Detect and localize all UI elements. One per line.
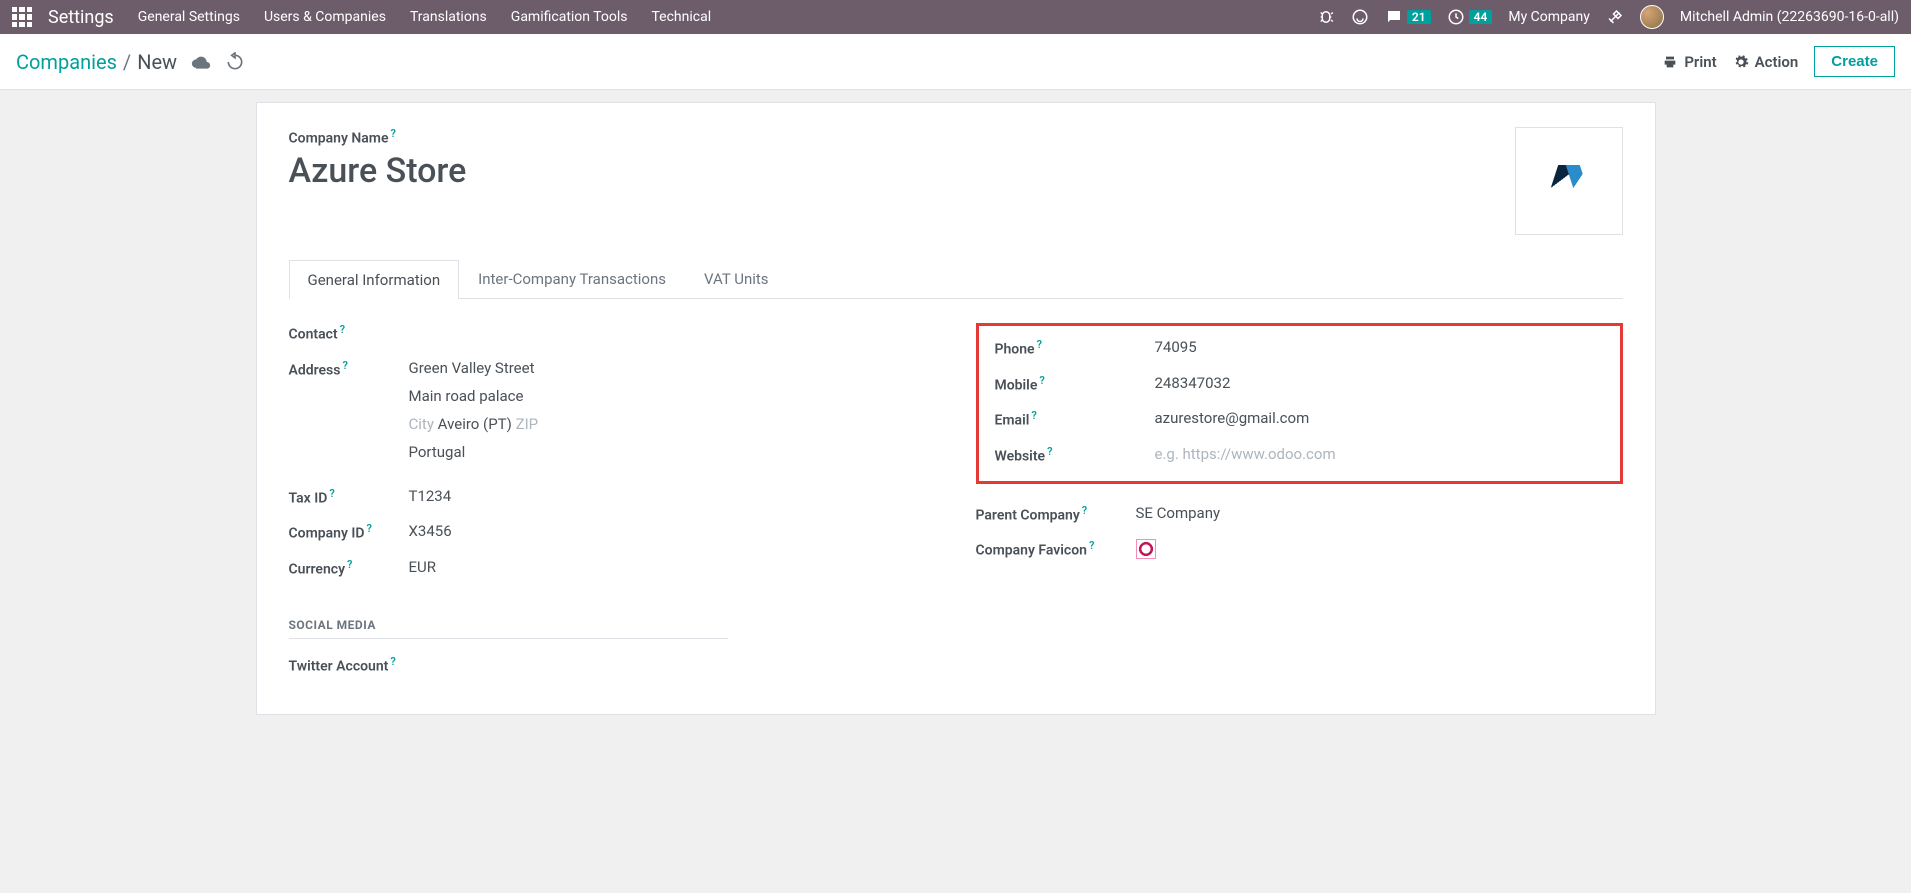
mobile-label: Mobile?	[995, 374, 1155, 394]
help-icon[interactable]: ?	[1039, 374, 1044, 387]
website-field[interactable]: e.g. https://www.odoo.com	[1155, 445, 1604, 463]
menu-technical[interactable]: Technical	[652, 9, 712, 25]
favicon-field[interactable]	[1136, 539, 1623, 563]
breadcrumb-root[interactable]: Companies	[16, 50, 117, 74]
help-icon[interactable]: ?	[1089, 539, 1094, 552]
favicon-icon	[1136, 539, 1156, 559]
email-field[interactable]: azurestore@gmail.com	[1155, 409, 1604, 427]
tax-id-field[interactable]: T1234	[409, 487, 936, 505]
help-icon[interactable]: ?	[1037, 338, 1042, 351]
breadcrumb: Companies / New	[16, 50, 177, 74]
logo-mark-icon	[1549, 161, 1589, 201]
tools-icon[interactable]	[1606, 8, 1624, 26]
mobile-field[interactable]: 248347032	[1155, 374, 1604, 392]
gear-icon	[1733, 54, 1749, 70]
topbar: Settings General Settings Users & Compan…	[0, 0, 1911, 34]
help-icon[interactable]: ?	[367, 522, 372, 535]
menu-translations[interactable]: Translations	[410, 9, 487, 25]
help-icon[interactable]: ?	[342, 359, 347, 372]
twitter-label: Twitter Account?	[289, 655, 409, 675]
currency-label: Currency?	[289, 558, 409, 578]
highlight-box: Phone? 74095 Mobile? 248347032 Email? az…	[976, 323, 1623, 484]
print-label: Print	[1684, 53, 1716, 71]
company-name-field[interactable]: Azure Store	[289, 151, 467, 191]
action-button[interactable]: Action	[1725, 49, 1807, 75]
phone-label: Phone?	[995, 338, 1155, 358]
email-label: Email?	[995, 409, 1155, 429]
activities-badge: 44	[1469, 10, 1493, 24]
app-title: Settings	[48, 7, 114, 28]
breadcrumb-current: New	[137, 50, 177, 74]
parent-company-label: Parent Company?	[976, 504, 1136, 524]
city-field[interactable]: City	[409, 415, 434, 433]
help-icon[interactable]: ?	[347, 558, 352, 571]
chat-icon	[1385, 8, 1403, 26]
menu-users-companies[interactable]: Users & Companies	[264, 9, 386, 25]
website-label: Website?	[995, 445, 1155, 465]
form-left-column: Contact? Address? Green Valley Street Ma…	[289, 323, 936, 674]
activities-button[interactable]: 44	[1447, 8, 1493, 26]
discard-icon[interactable]	[225, 52, 245, 72]
help-icon[interactable]: ?	[329, 487, 334, 500]
action-label: Action	[1755, 53, 1799, 71]
favicon-label: Company Favicon?	[976, 539, 1136, 559]
parent-company-field[interactable]: SE Company	[1136, 504, 1623, 522]
debug-icon[interactable]	[1317, 8, 1335, 26]
zip-field[interactable]: ZIP	[516, 415, 539, 433]
company-logo[interactable]	[1515, 127, 1623, 235]
tab-vat-units[interactable]: VAT Units	[685, 259, 788, 298]
save-cloud-icon[interactable]	[191, 52, 211, 72]
breadcrumb-separator: /	[123, 50, 131, 74]
avatar[interactable]	[1640, 5, 1664, 29]
street-field[interactable]: Green Valley Street	[409, 359, 936, 377]
main-menu: General Settings Users & Companies Trans…	[138, 9, 711, 25]
support-icon[interactable]	[1351, 8, 1369, 26]
messages-badge: 21	[1407, 10, 1431, 24]
country-field[interactable]: Portugal	[409, 443, 936, 461]
help-icon[interactable]: ?	[391, 127, 396, 140]
tab-general-information[interactable]: General Information	[289, 260, 460, 299]
clock-icon	[1447, 8, 1465, 26]
company-id-label: Company ID?	[289, 522, 409, 542]
help-icon[interactable]: ?	[390, 655, 395, 668]
apps-icon[interactable]	[12, 7, 32, 27]
company-name-label: Company Name?	[289, 127, 467, 147]
messages-button[interactable]: 21	[1385, 8, 1431, 26]
phone-field[interactable]: 74095	[1155, 338, 1604, 356]
company-switcher[interactable]: My Company	[1508, 9, 1590, 25]
topbar-right: 21 44 My Company Mitchell Admin (2226369…	[1317, 5, 1899, 29]
user-name[interactable]: Mitchell Admin (22263690-16-0-all)	[1680, 9, 1899, 25]
form-right-column: Phone? 74095 Mobile? 248347032 Email? az…	[976, 323, 1623, 674]
headerbar: Companies / New Print Action Create	[0, 34, 1911, 90]
menu-general-settings[interactable]: General Settings	[138, 9, 240, 25]
help-icon[interactable]: ?	[1082, 504, 1087, 517]
tabs: General Information Inter-Company Transa…	[289, 259, 1623, 299]
tab-inter-company[interactable]: Inter-Company Transactions	[459, 259, 685, 298]
create-button[interactable]: Create	[1814, 46, 1895, 77]
address-label: Address?	[289, 359, 409, 379]
tax-id-label: Tax ID?	[289, 487, 409, 507]
menu-gamification-tools[interactable]: Gamification Tools	[511, 9, 628, 25]
print-button[interactable]: Print	[1654, 49, 1724, 75]
contact-label: Contact?	[289, 323, 409, 343]
form-sheet: Company Name? Azure Store General Inform…	[256, 102, 1656, 715]
street2-field[interactable]: Main road palace	[409, 387, 936, 405]
company-id-field[interactable]: X3456	[409, 522, 936, 540]
help-icon[interactable]: ?	[340, 323, 345, 336]
help-icon[interactable]: ?	[1031, 409, 1036, 422]
print-icon	[1662, 54, 1678, 70]
help-icon[interactable]: ?	[1047, 445, 1052, 458]
currency-field[interactable]: EUR	[409, 558, 936, 576]
social-media-header: SOCIAL MEDIA	[289, 618, 729, 639]
form-scroll[interactable]: Company Name? Azure Store General Inform…	[0, 90, 1911, 887]
state-field[interactable]: Aveiro (PT)	[438, 415, 512, 433]
